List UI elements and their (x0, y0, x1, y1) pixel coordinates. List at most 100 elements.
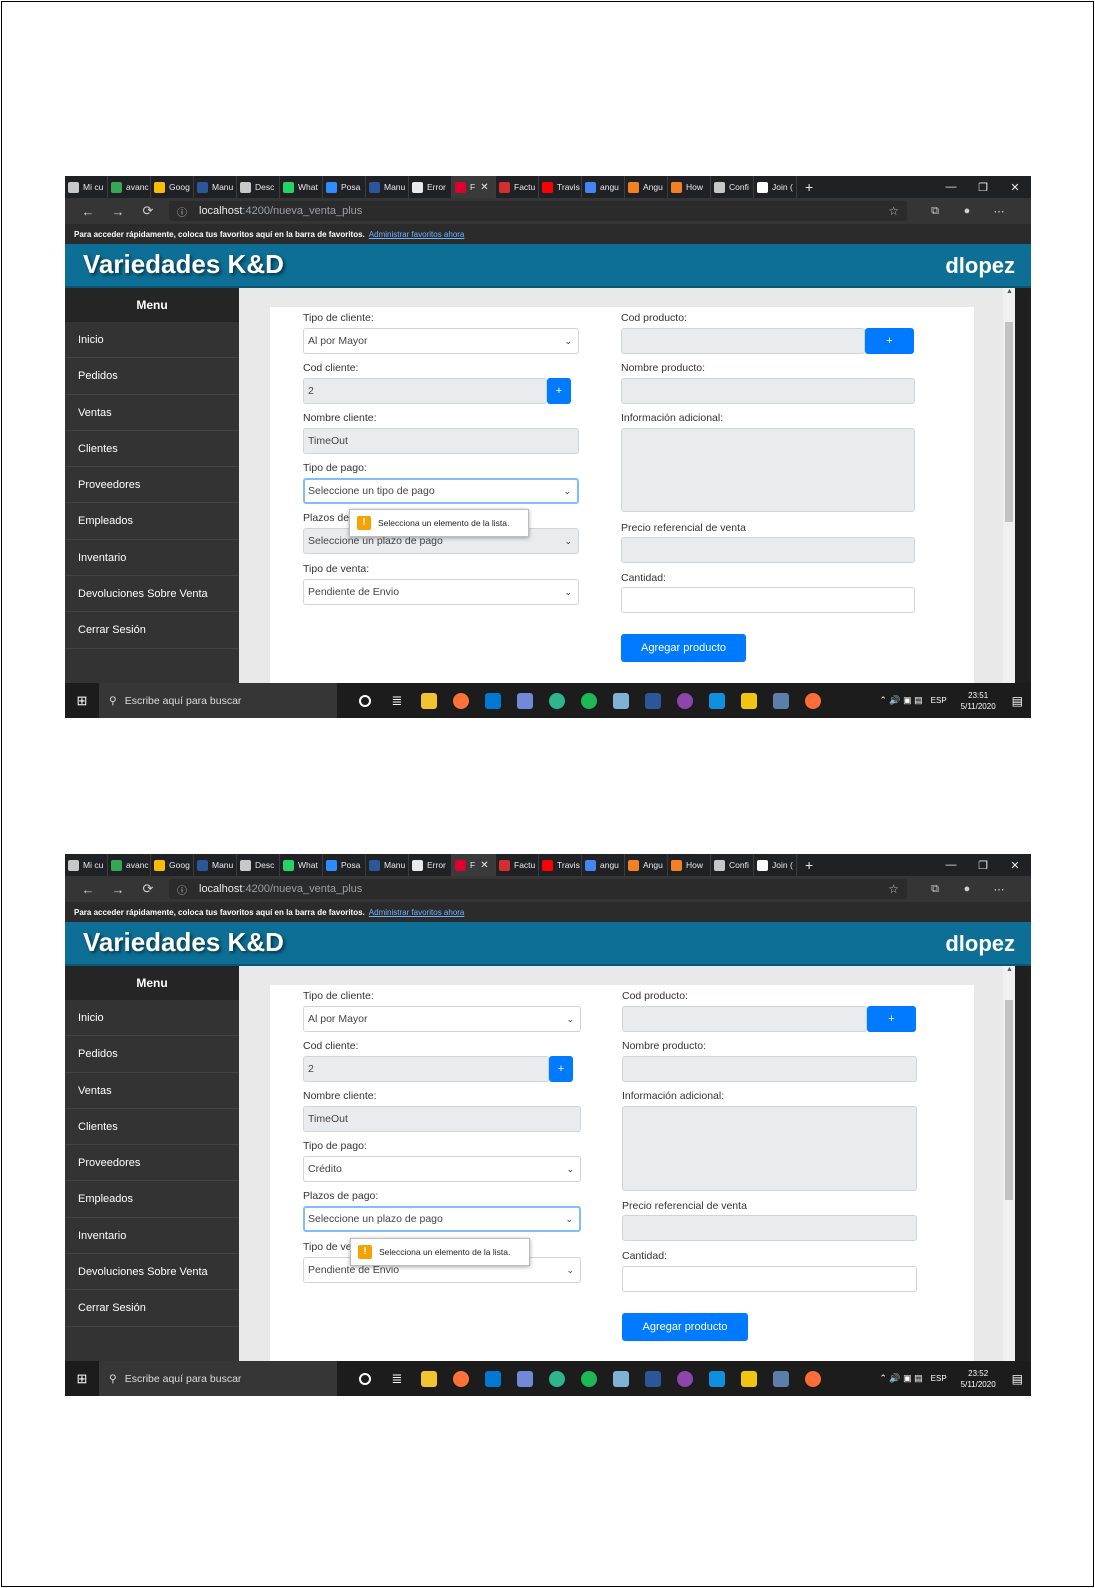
browser-tab[interactable]: Confi (711, 854, 754, 876)
nombre-cliente-field[interactable]: TimeOut (303, 1106, 581, 1132)
close-tab-icon[interactable]: ✕ (480, 860, 488, 871)
more-options-icon[interactable]: ⋯ (983, 883, 1015, 896)
word-icon[interactable] (637, 1361, 669, 1396)
word-icon[interactable] (637, 683, 669, 718)
sidebar-item-empleados[interactable]: Empleados (65, 503, 239, 540)
browser-tab[interactable]: Manu (366, 854, 409, 876)
tipo-pago-select[interactable]: Crédito ⌄ (303, 1156, 581, 1182)
app-icon[interactable] (669, 683, 701, 718)
browser-tab[interactable]: Travis (539, 176, 582, 198)
browser-tab[interactable]: What (280, 176, 323, 198)
sidebar-item-proveedores[interactable]: Proveedores (65, 1145, 239, 1182)
username[interactable]: dlopez (945, 931, 1015, 957)
app-icon[interactable] (669, 1361, 701, 1396)
language-indicator[interactable]: ESP (931, 696, 947, 705)
nombre-producto-field[interactable] (621, 378, 915, 404)
git-icon[interactable] (733, 683, 765, 718)
plazos-pago-select[interactable]: Seleccione un plazo de pago ⌄ (303, 1206, 581, 1232)
edge-icon[interactable] (541, 683, 573, 718)
tool-icon[interactable] (765, 683, 797, 718)
discord-icon[interactable] (509, 1361, 541, 1396)
browser-tab[interactable]: Factu (496, 176, 539, 198)
spotify-icon[interactable] (573, 1361, 605, 1396)
cod-cliente-field[interactable]: 2 (303, 378, 547, 404)
browser-tab[interactable]: Travis (539, 854, 582, 876)
url-field[interactable]: ⓘ localhost :4200/nueva_venta_plus ☆ (169, 201, 907, 221)
tipo-cliente-select[interactable]: Al por Mayor ⌄ (303, 1006, 581, 1032)
sidebar-item-inicio[interactable]: Inicio (65, 1000, 239, 1037)
info-adicional-textarea[interactable] (622, 1106, 917, 1191)
browser-tab[interactable]: Posa (323, 176, 366, 198)
cantidad-field[interactable] (621, 587, 915, 613)
forward-icon[interactable]: → (103, 882, 133, 897)
file-explorer-icon[interactable] (413, 1361, 445, 1396)
sidebar-item-ventas[interactable]: Ventas (65, 395, 239, 431)
sidebar-item-pedidos[interactable]: Pedidos (65, 358, 239, 395)
notification-icon[interactable]: ▤ (1012, 694, 1023, 708)
browser-tab[interactable]: How (668, 854, 711, 876)
nombre-producto-field[interactable] (622, 1056, 917, 1082)
back-icon[interactable]: ← (73, 204, 103, 219)
tipo-venta-select[interactable]: Pendiente de Envio ⌄ (303, 579, 579, 605)
browser-tab[interactable]: Join ( (754, 854, 797, 876)
postman-icon[interactable] (797, 1361, 829, 1396)
tipo-cliente-select[interactable]: Al por Mayor ⌄ (303, 328, 579, 354)
info-icon[interactable]: ⓘ (177, 882, 187, 897)
url-field[interactable]: ⓘ localhost :4200/nueva_venta_plus ☆ (169, 879, 907, 899)
manage-favorites-link[interactable]: Administrar favoritos ahora (369, 230, 465, 239)
forward-icon[interactable]: → (103, 204, 133, 219)
sidebar-item-inventario[interactable]: Inventario (65, 540, 239, 577)
browser-tab[interactable]: angu (582, 176, 625, 198)
cantidad-field[interactable] (622, 1266, 917, 1292)
browser-tab[interactable]: Manu (194, 176, 237, 198)
spotify-icon[interactable] (573, 683, 605, 718)
browser-tab[interactable]: Goog (151, 854, 194, 876)
sidebar-item-inicio[interactable]: Inicio (65, 322, 239, 359)
mail-icon[interactable] (477, 1361, 509, 1396)
refresh-icon[interactable]: ⟳ (133, 203, 163, 219)
browser-tab[interactable]: Confi (711, 176, 754, 198)
refresh-icon[interactable]: ⟳ (133, 881, 163, 897)
scrollbar-thumb[interactable] (1005, 322, 1013, 522)
close-window-button[interactable]: ✕ (999, 181, 1031, 194)
sidebar-item-proveedores[interactable]: Proveedores (65, 467, 239, 504)
notes-icon[interactable] (605, 683, 637, 718)
page-scrollbar[interactable]: ▲ (1003, 288, 1015, 683)
search-producto-button[interactable]: + (865, 328, 914, 354)
tray-icons[interactable]: ⌃ 🔊 ▣ ▤ (879, 695, 922, 706)
maximize-button[interactable]: ❐ (967, 859, 999, 872)
sidebar-item-cerrar-sesion[interactable]: Cerrar Sesión (65, 1290, 239, 1327)
vscode-icon[interactable] (701, 683, 733, 718)
tool-icon[interactable] (765, 1361, 797, 1396)
search-cliente-button[interactable]: + (549, 1056, 573, 1082)
cod-cliente-field[interactable]: 2 (303, 1056, 549, 1082)
discord-icon[interactable] (509, 683, 541, 718)
sidebar-item-devoluciones[interactable]: Devoluciones Sobre Venta (65, 1254, 239, 1291)
info-icon[interactable]: ⓘ (177, 204, 187, 219)
browser-tab[interactable]: Posa (323, 854, 366, 876)
browser-tab[interactable]: Goog (151, 176, 194, 198)
cortana-icon[interactable] (349, 1361, 381, 1396)
sidebar-item-pedidos[interactable]: Pedidos (65, 1036, 239, 1073)
task-view-icon[interactable]: ≣ (381, 683, 413, 718)
search-producto-button[interactable]: + (867, 1006, 916, 1032)
username[interactable]: dlopez (945, 253, 1015, 279)
browser-tab[interactable]: Desc (237, 176, 280, 198)
taskbar-search[interactable]: ⚲ Escribe aquí para buscar (99, 683, 337, 718)
cod-producto-field[interactable] (622, 1006, 867, 1032)
profile-avatar[interactable]: ● (951, 883, 983, 896)
agregar-producto-button[interactable]: Agregar producto (622, 1313, 748, 1341)
file-explorer-icon[interactable] (413, 683, 445, 718)
browser-tab[interactable]: Angu (625, 176, 668, 198)
browser-tab[interactable]: How (668, 176, 711, 198)
browser-tab[interactable]: F ✕ (452, 176, 496, 198)
browser-tab[interactable]: F ✕ (452, 854, 496, 876)
scroll-up-icon[interactable]: ▲ (1006, 966, 1013, 973)
sidebar-item-clientes[interactable]: Clientes (65, 1109, 239, 1146)
browser-tab[interactable]: Join ( (754, 176, 797, 198)
git-icon[interactable] (733, 1361, 765, 1396)
browser-tab[interactable]: avanc (108, 854, 151, 876)
browser-tab[interactable]: Angu (625, 854, 668, 876)
favorite-star-icon[interactable]: ☆ (888, 882, 899, 896)
task-view-icon[interactable]: ≣ (381, 1361, 413, 1396)
